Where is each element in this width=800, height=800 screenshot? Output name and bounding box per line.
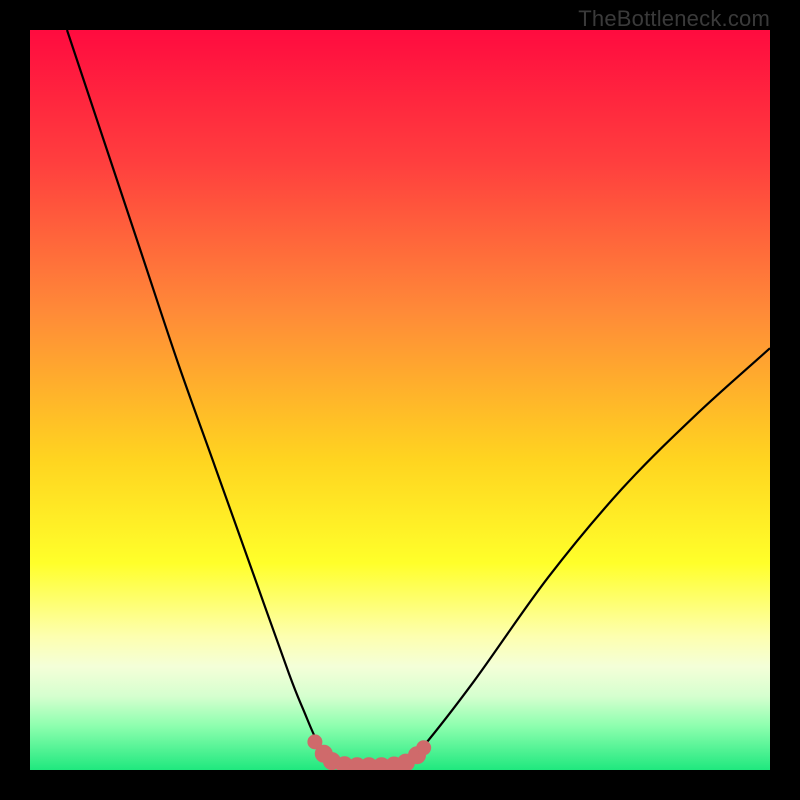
chart-frame: TheBottleneck.com xyxy=(0,0,800,800)
curve-layer xyxy=(30,30,770,770)
flat-region-markers xyxy=(308,735,431,770)
marker-dot xyxy=(417,741,431,755)
bottleneck-curve xyxy=(67,30,770,766)
watermark-text: TheBottleneck.com xyxy=(578,6,770,32)
plot-area xyxy=(30,30,770,770)
